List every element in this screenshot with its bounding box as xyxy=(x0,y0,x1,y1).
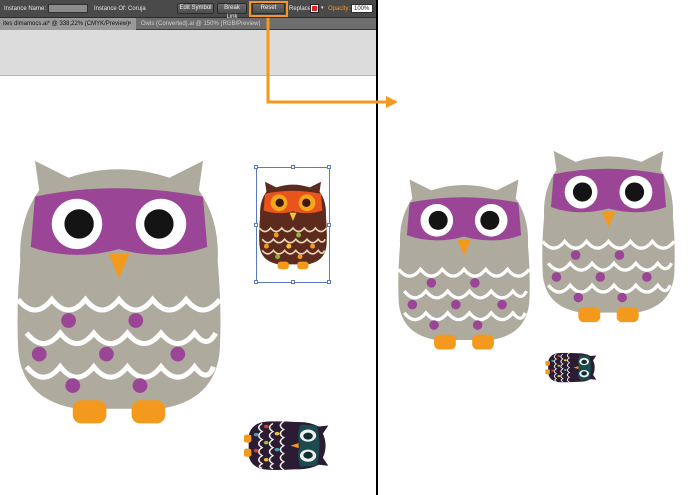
pasteboard xyxy=(0,30,376,75)
tab-owls-document[interactable]: Owls (Converted).ai @ 150% (RGB/Preview) xyxy=(138,18,318,30)
document-tab-bar: ites dimamocs.ai* @ 338,22% (CMYK/Previe… xyxy=(0,18,376,30)
instance-of-label: Instance Of: Coruja xyxy=(94,6,146,12)
edit-symbol-button[interactable]: Edit Symbol xyxy=(177,3,214,14)
tab-label: Owls (Converted).ai @ 150% (RGB/Preview) xyxy=(141,21,261,27)
resize-handle[interactable] xyxy=(327,165,331,169)
resize-handle[interactable] xyxy=(254,280,258,284)
selection-bounding-box xyxy=(254,165,331,284)
chevron-down-icon[interactable]: ▾ xyxy=(321,5,324,11)
opacity-input[interactable]: 100% xyxy=(351,4,373,13)
dark-owl-sideways-illustration[interactable] xyxy=(232,400,344,486)
dark-owl-small-illustration xyxy=(544,352,597,383)
close-icon[interactable]: × xyxy=(128,18,132,30)
instance-name-label: Instance Name: xyxy=(4,6,47,12)
opacity-label: Opacity: xyxy=(328,6,351,12)
gray-owl-right-illustration xyxy=(540,149,677,324)
instance-name-input[interactable] xyxy=(48,4,88,13)
artboard-edge xyxy=(0,75,376,76)
panel-divider xyxy=(376,0,378,495)
reset-highlight-frame xyxy=(249,1,288,17)
illustrator-screenshot: Instance Name: Instance Of: Coruja Edit … xyxy=(0,0,376,495)
resize-handle[interactable] xyxy=(254,223,258,227)
resize-handle[interactable] xyxy=(291,280,295,284)
replace-symbol-swatch[interactable] xyxy=(310,4,319,13)
resize-handle[interactable] xyxy=(327,223,331,227)
resize-handle[interactable] xyxy=(327,280,331,284)
tab-label: ites dimamocs.ai* @ 338,22% (CMYK/Previe… xyxy=(3,21,130,27)
resize-handle[interactable] xyxy=(291,165,295,169)
gray-owl-left-illustration xyxy=(396,177,532,352)
symbol-control-bar: Instance Name: Instance Of: Coruja Edit … xyxy=(0,0,376,20)
tab-active-document[interactable]: ites dimamocs.ai* @ 338,22% (CMYK/Previe… xyxy=(0,18,136,30)
large-gray-owl-illustration[interactable] xyxy=(14,122,224,456)
resize-handle[interactable] xyxy=(254,165,258,169)
break-link-button[interactable]: Break Link xyxy=(217,3,247,20)
